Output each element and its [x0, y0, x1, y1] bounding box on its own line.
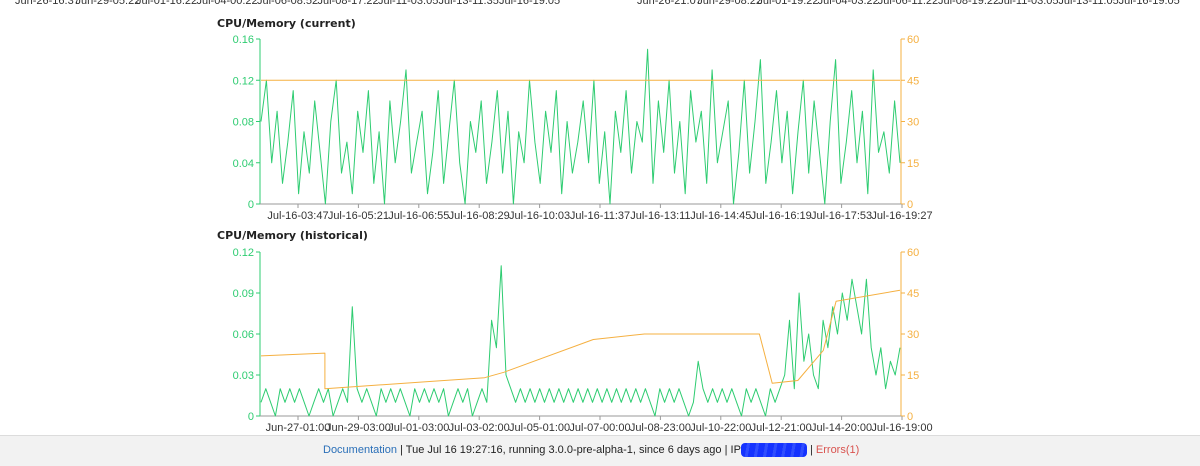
left-y-tick-label: 0: [248, 199, 254, 211]
right-y-tick-label: 60: [907, 247, 919, 259]
left-y-tick-label: 0.08: [233, 117, 254, 129]
x-tick-label: Jul-16-19:00: [871, 422, 932, 434]
right-y-tick-label: 15: [907, 158, 919, 170]
status-footer: Documentation | Tue Jul 16 19:27:16, run…: [0, 435, 1200, 466]
x-tick-label: Jul-16-17:53: [811, 210, 872, 222]
left-y-tick-label: 0.03: [233, 370, 254, 382]
cpu-series-line: [260, 48, 901, 205]
x-tick-label: Jul-16-13:11: [630, 210, 690, 222]
x-tick-label: Jul-16-06:55: [388, 210, 449, 222]
current-chart-title: CPU/Memory (current): [217, 17, 356, 30]
x-tick-label: Jun-27-01:00: [266, 422, 331, 434]
x-tick-label: Jul-08-23:00: [630, 422, 691, 434]
x-tick-label: Jul-16-16:19: [751, 210, 812, 222]
x-tick-label: Jul-07-00:00: [569, 422, 630, 434]
x-tick-label: Jul-16-08:29: [449, 210, 510, 222]
right-y-tick-label: 45: [907, 75, 919, 87]
left-y-tick-label: 0: [248, 411, 254, 423]
top-tick-label: Jul-13-11:05: [1058, 0, 1119, 7]
x-tick-label: Jul-16-10:03: [509, 210, 570, 222]
top-tick-label: Jun-26-16:37: [15, 0, 80, 7]
separator: |: [724, 444, 728, 456]
top-tick-label: Jul-01-19:22: [757, 0, 819, 7]
separator: |: [809, 444, 813, 456]
top-x-axis-ticks: Jun-26-16:37 Jun-29-05:22 Jul-01-16:22 Jul-…: [0, 0, 1200, 7]
top-tick-label: Jun-29-05:22: [75, 0, 141, 7]
top-tick-label: Jul-06-08:52: [257, 0, 319, 7]
left-y-tick-label: 0.04: [233, 158, 254, 170]
top-tick-label: Jul-13-11:35: [438, 0, 499, 7]
left-y-tick-label: 0.12: [233, 247, 254, 259]
x-tick-label: Jul-14-20:00: [811, 422, 872, 434]
x-tick-label: Jul-16-11:37: [570, 210, 630, 222]
top-tick-label: Jun-26-21:07: [637, 0, 702, 7]
top-tick-label: Jul-11-03:05: [378, 0, 439, 7]
x-tick-label: Jul-16-03:47: [267, 210, 328, 222]
left-y-tick-label: 0.16: [233, 34, 254, 46]
memory-series-line: [260, 289, 901, 390]
status-text: Tue Jul 16 19:27:16, running 3.0.0-pre-a…: [405, 444, 722, 456]
x-tick-label: Jun-29-03:00: [326, 422, 391, 434]
documentation-link[interactable]: Documentation: [323, 444, 397, 456]
top-tick-label: Jun-29-08:22: [697, 0, 763, 7]
top-tick-label: Jul-08-17:22: [317, 0, 379, 7]
top-tick-label: Jul-08-19:22: [938, 0, 1000, 7]
left-y-tick-label: 0.06: [233, 329, 254, 341]
top-tick-label: Jul-04-00:22: [196, 0, 258, 7]
top-tick-label: Jul-01-16:22: [136, 0, 198, 7]
right-y-tick-label: 30: [907, 117, 919, 129]
top-tick-label: Jul-16-19:05: [1118, 0, 1180, 7]
separator: |: [400, 444, 403, 456]
left-y-tick-label: 0.12: [233, 75, 254, 87]
x-tick-label: Jul-16-14:45: [690, 210, 751, 222]
cpu-series-line: [260, 265, 901, 417]
right-y-tick-label: 30: [907, 329, 919, 341]
x-tick-label: Jul-10-22:00: [690, 422, 751, 434]
redacted-ip: [740, 443, 807, 458]
top-tick-label: Jul-16-19:05: [499, 0, 561, 7]
left-y-tick-label: 0.09: [233, 288, 254, 300]
x-tick-label: Jul-01-03:00: [388, 422, 449, 434]
top-tick-label: Jul-06-11:22: [877, 0, 939, 7]
right-y-tick-label: 45: [907, 288, 919, 300]
right-y-tick-label: 15: [907, 370, 919, 382]
ip-label: IP: [730, 444, 741, 456]
x-tick-label: Jul-03-02:00: [449, 422, 510, 434]
x-tick-label: Jul-16-05:21: [328, 210, 389, 222]
x-tick-label: Jul-12-21:00: [751, 422, 812, 434]
right-y-tick-label: 60: [907, 34, 919, 46]
top-tick-label: Jul-11-03:05: [998, 0, 1059, 7]
current-cpu-memory-chart: 00.040.080.120.16015304560Jul-16-03:47 Ju…: [233, 34, 933, 222]
x-tick-label: Jul-16-19:27: [871, 210, 932, 222]
errors-link[interactable]: Errors(1): [816, 444, 859, 456]
historical-cpu-memory-chart: 00.030.060.090.12015304560Jun-27-01:00Ju…: [233, 247, 933, 434]
top-tick-label: Jul-04-03:22: [817, 0, 879, 7]
x-tick-label: Jul-05-01:00: [509, 422, 570, 434]
